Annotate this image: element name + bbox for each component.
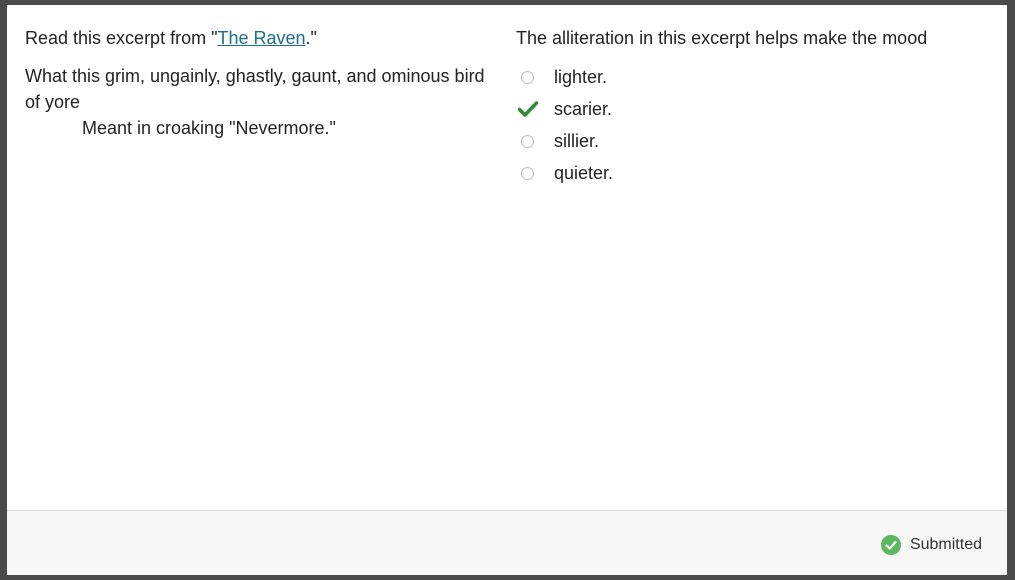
intro-suffix: ." — [305, 28, 317, 48]
check-circle-icon — [880, 535, 901, 555]
status-text: Submitted — [909, 536, 982, 553]
the-raven-link[interactable]: The Raven — [217, 28, 305, 48]
poem-line-2: Meant in croaking "Nevermore." — [82, 118, 336, 138]
answer-option-scarier[interactable]: scarier. — [516, 93, 986, 125]
option-label: lighter. — [554, 67, 608, 87]
radio-button[interactable] — [521, 134, 534, 148]
radio-button[interactable] — [521, 70, 534, 84]
answer-option-quieter[interactable]: quieter. — [516, 157, 986, 189]
question-panel: The alliteration in this excerpt helps m… — [516, 25, 986, 189]
passage-panel: Read this excerpt from "The Raven." What… — [25, 25, 485, 141]
poem-line-1: What this grim, ungainly, ghastly, gaunt… — [25, 66, 485, 112]
footer-bar: Submitted — [7, 510, 1007, 575]
option-label: quieter. — [554, 163, 614, 183]
question-text: The alliteration in this excerpt helps m… — [516, 28, 928, 48]
passage-intro: Read this excerpt from "The Raven." — [25, 25, 485, 51]
radio-button[interactable] — [521, 166, 534, 180]
answer-option-lighter[interactable]: lighter. — [516, 61, 986, 93]
assessment-frame: Read this excerpt from "The Raven." What… — [7, 5, 1007, 575]
submission-status: Submitted — [880, 535, 982, 555]
option-label: sillier. — [554, 131, 600, 151]
poem-excerpt: What this grim, ungainly, ghastly, gaunt… — [25, 63, 485, 141]
intro-prefix: Read this excerpt from " — [25, 28, 218, 48]
answer-option-sillier[interactable]: sillier. — [516, 125, 986, 157]
option-label: scarier. — [554, 99, 613, 119]
correct-check-icon — [518, 101, 540, 117]
